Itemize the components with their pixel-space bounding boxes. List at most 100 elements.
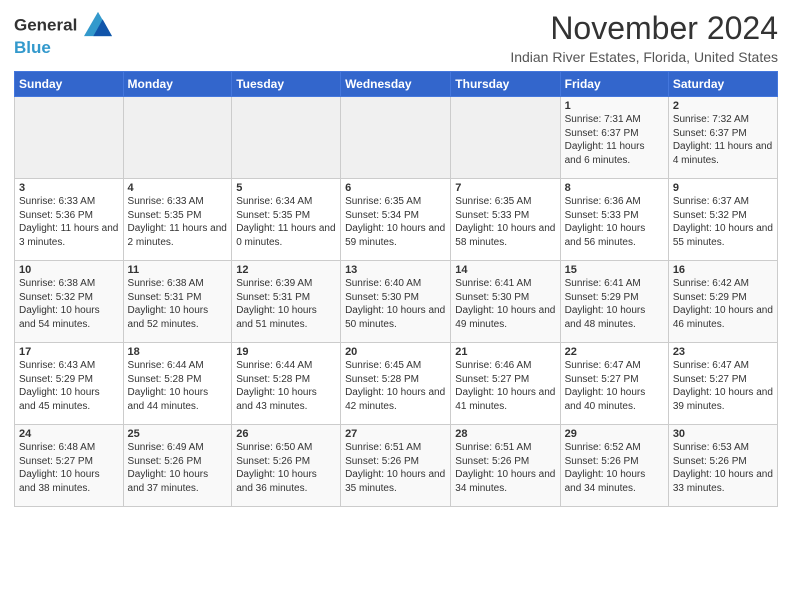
day-info: Sunrise: 6:35 AM Sunset: 5:34 PM Dayligh… — [345, 195, 446, 249]
calendar-cell — [232, 97, 341, 179]
calendar-cell: 15Sunrise: 6:41 AM Sunset: 5:29 PM Dayli… — [560, 261, 668, 343]
day-number: 24 — [19, 428, 119, 440]
day-number: 3 — [19, 182, 119, 194]
day-info: Sunrise: 6:44 AM Sunset: 5:28 PM Dayligh… — [236, 359, 336, 413]
calendar-cell — [341, 97, 451, 179]
day-info: Sunrise: 6:52 AM Sunset: 5:26 PM Dayligh… — [565, 441, 664, 495]
day-info: Sunrise: 6:48 AM Sunset: 5:27 PM Dayligh… — [19, 441, 119, 495]
day-number: 1 — [565, 100, 664, 112]
day-info: Sunrise: 6:40 AM Sunset: 5:30 PM Dayligh… — [345, 277, 446, 331]
day-info: Sunrise: 6:45 AM Sunset: 5:28 PM Dayligh… — [345, 359, 446, 413]
day-number: 29 — [565, 428, 664, 440]
calendar-week-5: 24Sunrise: 6:48 AM Sunset: 5:27 PM Dayli… — [15, 425, 778, 507]
calendar-cell: 29Sunrise: 6:52 AM Sunset: 5:26 PM Dayli… — [560, 425, 668, 507]
calendar-cell: 16Sunrise: 6:42 AM Sunset: 5:29 PM Dayli… — [668, 261, 777, 343]
calendar-cell: 26Sunrise: 6:50 AM Sunset: 5:26 PM Dayli… — [232, 425, 341, 507]
calendar-cell: 1Sunrise: 7:31 AM Sunset: 6:37 PM Daylig… — [560, 97, 668, 179]
day-info: Sunrise: 6:33 AM Sunset: 5:35 PM Dayligh… — [128, 195, 228, 249]
day-info: Sunrise: 6:34 AM Sunset: 5:35 PM Dayligh… — [236, 195, 336, 249]
header-wednesday: Wednesday — [341, 72, 451, 97]
calendar-cell: 12Sunrise: 6:39 AM Sunset: 5:31 PM Dayli… — [232, 261, 341, 343]
calendar-cell: 5Sunrise: 6:34 AM Sunset: 5:35 PM Daylig… — [232, 179, 341, 261]
day-number: 19 — [236, 346, 336, 358]
calendar-cell — [123, 97, 232, 179]
day-number: 7 — [455, 182, 555, 194]
month-title: November 2024 — [510, 10, 778, 47]
day-number: 4 — [128, 182, 228, 194]
logo-blue: Blue — [14, 38, 112, 58]
calendar-cell: 27Sunrise: 6:51 AM Sunset: 5:26 PM Dayli… — [341, 425, 451, 507]
day-number: 18 — [128, 346, 228, 358]
day-number: 28 — [455, 428, 555, 440]
day-info: Sunrise: 6:39 AM Sunset: 5:31 PM Dayligh… — [236, 277, 336, 331]
day-info: Sunrise: 6:37 AM Sunset: 5:32 PM Dayligh… — [673, 195, 773, 249]
calendar-cell: 25Sunrise: 6:49 AM Sunset: 5:26 PM Dayli… — [123, 425, 232, 507]
day-info: Sunrise: 6:38 AM Sunset: 5:32 PM Dayligh… — [19, 277, 119, 331]
day-info: Sunrise: 6:47 AM Sunset: 5:27 PM Dayligh… — [673, 359, 773, 413]
day-number: 13 — [345, 264, 446, 276]
calendar-cell: 8Sunrise: 6:36 AM Sunset: 5:33 PM Daylig… — [560, 179, 668, 261]
calendar-cell: 4Sunrise: 6:33 AM Sunset: 5:35 PM Daylig… — [123, 179, 232, 261]
day-info: Sunrise: 7:32 AM Sunset: 6:37 PM Dayligh… — [673, 113, 773, 167]
calendar-cell: 10Sunrise: 6:38 AM Sunset: 5:32 PM Dayli… — [15, 261, 124, 343]
day-info: Sunrise: 6:42 AM Sunset: 5:29 PM Dayligh… — [673, 277, 773, 331]
day-number: 12 — [236, 264, 336, 276]
calendar-week-3: 10Sunrise: 6:38 AM Sunset: 5:32 PM Dayli… — [15, 261, 778, 343]
calendar-cell: 21Sunrise: 6:46 AM Sunset: 5:27 PM Dayli… — [451, 343, 560, 425]
calendar-cell: 19Sunrise: 6:44 AM Sunset: 5:28 PM Dayli… — [232, 343, 341, 425]
day-info: Sunrise: 6:33 AM Sunset: 5:36 PM Dayligh… — [19, 195, 119, 249]
day-info: Sunrise: 6:35 AM Sunset: 5:33 PM Dayligh… — [455, 195, 555, 249]
calendar-cell: 11Sunrise: 6:38 AM Sunset: 5:31 PM Dayli… — [123, 261, 232, 343]
day-number: 9 — [673, 182, 773, 194]
calendar-cell: 6Sunrise: 6:35 AM Sunset: 5:34 PM Daylig… — [341, 179, 451, 261]
calendar-cell: 3Sunrise: 6:33 AM Sunset: 5:36 PM Daylig… — [15, 179, 124, 261]
header-saturday: Saturday — [668, 72, 777, 97]
calendar-cell: 18Sunrise: 6:44 AM Sunset: 5:28 PM Dayli… — [123, 343, 232, 425]
day-number: 16 — [673, 264, 773, 276]
day-number: 8 — [565, 182, 664, 194]
page: General Blue November 2024 Indian River … — [0, 0, 792, 513]
calendar-header-row: Sunday Monday Tuesday Wednesday Thursday… — [15, 72, 778, 97]
day-number: 5 — [236, 182, 336, 194]
day-info: Sunrise: 6:41 AM Sunset: 5:29 PM Dayligh… — [565, 277, 664, 331]
day-number: 6 — [345, 182, 446, 194]
day-info: Sunrise: 6:46 AM Sunset: 5:27 PM Dayligh… — [455, 359, 555, 413]
day-info: Sunrise: 6:50 AM Sunset: 5:26 PM Dayligh… — [236, 441, 336, 495]
day-info: Sunrise: 6:43 AM Sunset: 5:29 PM Dayligh… — [19, 359, 119, 413]
calendar-cell — [451, 97, 560, 179]
calendar-cell: 20Sunrise: 6:45 AM Sunset: 5:28 PM Dayli… — [341, 343, 451, 425]
day-number: 23 — [673, 346, 773, 358]
day-info: Sunrise: 7:31 AM Sunset: 6:37 PM Dayligh… — [565, 113, 664, 167]
calendar-cell: 30Sunrise: 6:53 AM Sunset: 5:26 PM Dayli… — [668, 425, 777, 507]
header-monday: Monday — [123, 72, 232, 97]
calendar-cell: 28Sunrise: 6:51 AM Sunset: 5:26 PM Dayli… — [451, 425, 560, 507]
logo: General Blue — [14, 14, 112, 58]
logo-icon — [84, 10, 112, 38]
calendar-cell: 9Sunrise: 6:37 AM Sunset: 5:32 PM Daylig… — [668, 179, 777, 261]
calendar-cell: 17Sunrise: 6:43 AM Sunset: 5:29 PM Dayli… — [15, 343, 124, 425]
day-number: 30 — [673, 428, 773, 440]
day-info: Sunrise: 6:49 AM Sunset: 5:26 PM Dayligh… — [128, 441, 228, 495]
day-number: 17 — [19, 346, 119, 358]
header-friday: Friday — [560, 72, 668, 97]
day-info: Sunrise: 6:51 AM Sunset: 5:26 PM Dayligh… — [455, 441, 555, 495]
day-number: 25 — [128, 428, 228, 440]
day-number: 15 — [565, 264, 664, 276]
day-number: 10 — [19, 264, 119, 276]
logo-general: General — [14, 15, 77, 34]
calendar-cell: 2Sunrise: 7:32 AM Sunset: 6:37 PM Daylig… — [668, 97, 777, 179]
calendar-cell: 14Sunrise: 6:41 AM Sunset: 5:30 PM Dayli… — [451, 261, 560, 343]
day-info: Sunrise: 6:47 AM Sunset: 5:27 PM Dayligh… — [565, 359, 664, 413]
day-number: 27 — [345, 428, 446, 440]
day-number: 14 — [455, 264, 555, 276]
calendar-week-1: 1Sunrise: 7:31 AM Sunset: 6:37 PM Daylig… — [15, 97, 778, 179]
calendar-cell: 24Sunrise: 6:48 AM Sunset: 5:27 PM Dayli… — [15, 425, 124, 507]
header-tuesday: Tuesday — [232, 72, 341, 97]
calendar-table: Sunday Monday Tuesday Wednesday Thursday… — [14, 71, 778, 507]
calendar-cell: 23Sunrise: 6:47 AM Sunset: 5:27 PM Dayli… — [668, 343, 777, 425]
title-block: November 2024 Indian River Estates, Flor… — [510, 10, 778, 65]
day-number: 20 — [345, 346, 446, 358]
subtitle: Indian River Estates, Florida, United St… — [510, 49, 778, 65]
calendar-week-4: 17Sunrise: 6:43 AM Sunset: 5:29 PM Dayli… — [15, 343, 778, 425]
header-sunday: Sunday — [15, 72, 124, 97]
